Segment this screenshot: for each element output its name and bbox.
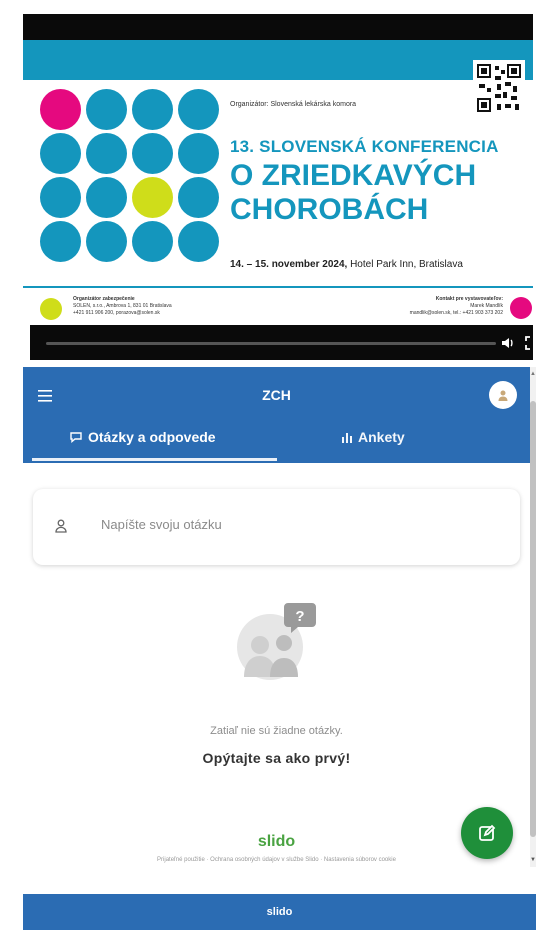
- slido-widget: ZCH Otázky a odpovede Ankety ▲ ▼ Napíšte…: [23, 367, 536, 930]
- question-input[interactable]: [99, 516, 483, 533]
- new-question-button[interactable]: [461, 807, 513, 859]
- qr-code-icon: [473, 60, 525, 116]
- banner-teal-band: [23, 40, 533, 80]
- empty-state-message: Zatiaľ nie sú žiadne otázky.: [210, 725, 343, 737]
- tab-polls[interactable]: Ankety: [341, 429, 405, 445]
- edit-icon: [479, 824, 496, 841]
- tab-polls-label: Ankety: [358, 429, 405, 445]
- banner-separator: [23, 286, 533, 288]
- tab-questions-label: Otázky a odpovede: [88, 429, 216, 445]
- conference-venue: Hotel Park Inn, Bratislava: [347, 259, 463, 270]
- scrollbar-thumb[interactable]: [530, 401, 536, 837]
- video-progress-bar[interactable]: [46, 342, 496, 345]
- conference-title: 13. SLOVENSKÁ KONFERENCIA O ZRIEDKAVÝCH …: [230, 137, 530, 225]
- volume-icon[interactable]: [500, 335, 516, 351]
- legal-links[interactable]: Prijateľné použitie · Ochrana osobných ú…: [23, 857, 530, 863]
- bar-chart-icon: [342, 433, 352, 443]
- magenta-dot-icon: [510, 297, 532, 319]
- user-avatar-icon[interactable]: [489, 381, 517, 409]
- scroll-up-arrow-icon[interactable]: ▲: [530, 371, 536, 379]
- exhibitor-contact: Kontakt pre vystavovateľov: Marek Mandlí…: [409, 296, 503, 316]
- conference-title-line2: O ZRIEDKAVÝCH: [230, 159, 477, 192]
- tab-questions[interactable]: Otázky a odpovede: [69, 429, 216, 445]
- video-controls: [30, 325, 533, 360]
- svg-text:?: ?: [295, 608, 304, 625]
- active-tab-indicator: [32, 458, 277, 461]
- event-title: ZCH: [262, 387, 291, 403]
- video-player[interactable]: Organizátor: Slovenská lekárska komora 1…: [23, 14, 533, 360]
- app-header: ZCH Otázky a odpovede Ankety: [23, 367, 530, 463]
- slido-logo[interactable]: slido: [23, 833, 530, 851]
- conference-date-bold: 14. – 15. november 2024,: [230, 259, 348, 270]
- lime-dot-icon: [40, 298, 62, 320]
- conference-date: 14. – 15. november 2024, Hotel Park Inn,…: [230, 259, 463, 270]
- user-icon: [53, 518, 69, 534]
- slido-footer-bar[interactable]: slido: [23, 894, 536, 930]
- organizer-contact: Organizátor zabezpečenie SOLEN, s.r.o., …: [73, 296, 172, 316]
- video-top-bar: [23, 14, 533, 40]
- scrollbar[interactable]: ▲ ▼: [530, 367, 536, 867]
- chat-bubble-icon: [70, 432, 82, 443]
- scroll-down-arrow-icon[interactable]: ▼: [530, 857, 536, 865]
- organizer-text: Organizátor: Slovenská lekárska komora: [230, 101, 357, 108]
- empty-state-cta: Opýtajte sa ako prvý!: [202, 750, 351, 766]
- conference-title-line1: 13. SLOVENSKÁ KONFERENCIA: [230, 137, 499, 156]
- ask-question-box[interactable]: [33, 489, 520, 565]
- fullscreen-icon[interactable]: [524, 335, 533, 351]
- empty-questions-illustration-icon: ?: [228, 597, 318, 687]
- conference-title-line3: CHOROBÁCH: [230, 193, 429, 226]
